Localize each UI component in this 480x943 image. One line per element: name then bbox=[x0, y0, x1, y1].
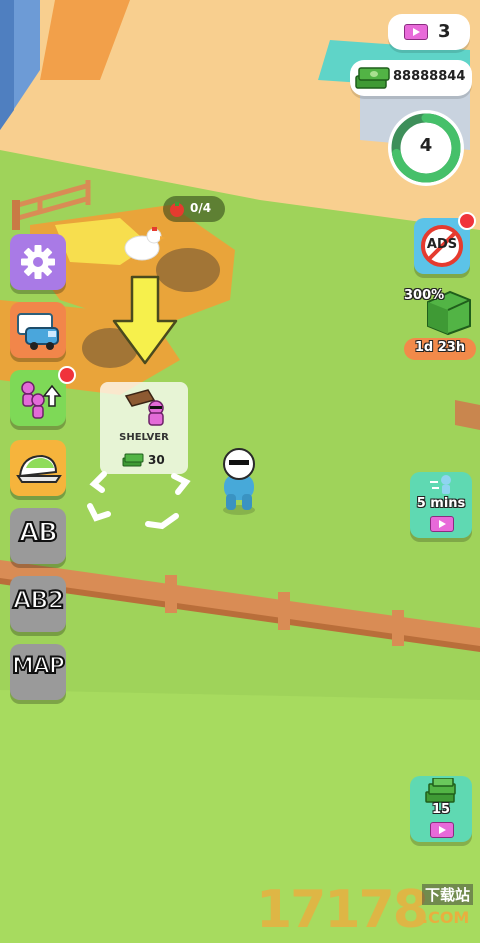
cash-pack-button[interactable]: 15 bbox=[410, 776, 472, 842]
watermark-number: 17178 bbox=[256, 880, 429, 940]
cash-amount: 88888844 bbox=[393, 69, 466, 84]
map-button[interactable]: MAP bbox=[10, 644, 66, 700]
cap-shop-button[interactable] bbox=[10, 440, 66, 496]
ticket-icon bbox=[404, 24, 428, 40]
tomato-icon bbox=[170, 202, 184, 217]
cash-pack-amount: 15 bbox=[431, 802, 451, 817]
settings-button[interactable] bbox=[10, 234, 66, 290]
boost-percent: 300% bbox=[404, 288, 445, 303]
build-card-cost: 30 bbox=[148, 453, 165, 467]
notification-badge bbox=[458, 212, 476, 230]
ab-test-button[interactable]: AB bbox=[10, 508, 66, 564]
egg-counter: 0/4 bbox=[163, 196, 225, 222]
level-number: 4 bbox=[419, 135, 433, 156]
notification-badge bbox=[58, 366, 76, 384]
running-figure-icon bbox=[430, 475, 451, 494]
speed-boost-button[interactable]: 5 mins bbox=[410, 472, 472, 538]
hire-staff-button[interactable] bbox=[10, 370, 66, 426]
ticket-count: 3 bbox=[438, 21, 451, 42]
watch-ad-ticket-icon bbox=[430, 822, 454, 838]
build-card-name: SHELVER bbox=[119, 432, 169, 443]
cash-boost-offer[interactable]: 300% 1d 23h bbox=[404, 286, 476, 360]
watch-ad-ticket-icon bbox=[430, 516, 454, 532]
watermark-site-bottom: .COM bbox=[422, 908, 470, 927]
ab2-label: AB2 bbox=[12, 585, 66, 615]
gear-icon bbox=[21, 245, 55, 279]
build-card-shelver[interactable]: SHELVER 30 bbox=[100, 382, 188, 474]
cash-counter: 88888844 bbox=[350, 60, 472, 96]
boost-timer-pill: 1d 23h bbox=[404, 338, 476, 360]
cash-stack-icon bbox=[355, 67, 390, 89]
delivery-truck-button[interactable] bbox=[10, 302, 66, 358]
egg-count: 0/4 bbox=[190, 201, 212, 215]
cap-icon bbox=[16, 454, 62, 483]
ticket-counter: 3 bbox=[388, 14, 470, 50]
down-arrow-icon bbox=[112, 275, 178, 365]
ab2-test-button[interactable]: AB2 bbox=[10, 576, 66, 632]
map-label: MAP bbox=[11, 653, 66, 680]
site-watermark: 17178 下载站 .COM bbox=[256, 880, 478, 940]
watermark-site-top: 下载站 bbox=[422, 884, 474, 905]
ads-label: ADS bbox=[426, 237, 458, 252]
chicken[interactable] bbox=[122, 226, 166, 262]
truck-icon bbox=[17, 313, 59, 350]
cash-icon bbox=[122, 453, 144, 467]
speed-label: 5 mins bbox=[416, 496, 466, 511]
cash-pile-icon bbox=[425, 778, 456, 803]
player-character bbox=[223, 448, 255, 515]
boost-timer: 1d 23h bbox=[414, 340, 466, 355]
staff-upgrade-icon bbox=[21, 381, 62, 419]
placement-frame bbox=[87, 471, 191, 530]
shelver-worker-icon bbox=[124, 389, 164, 426]
ab-label: AB bbox=[18, 517, 59, 549]
level-progress-ring: 4 bbox=[386, 108, 466, 188]
